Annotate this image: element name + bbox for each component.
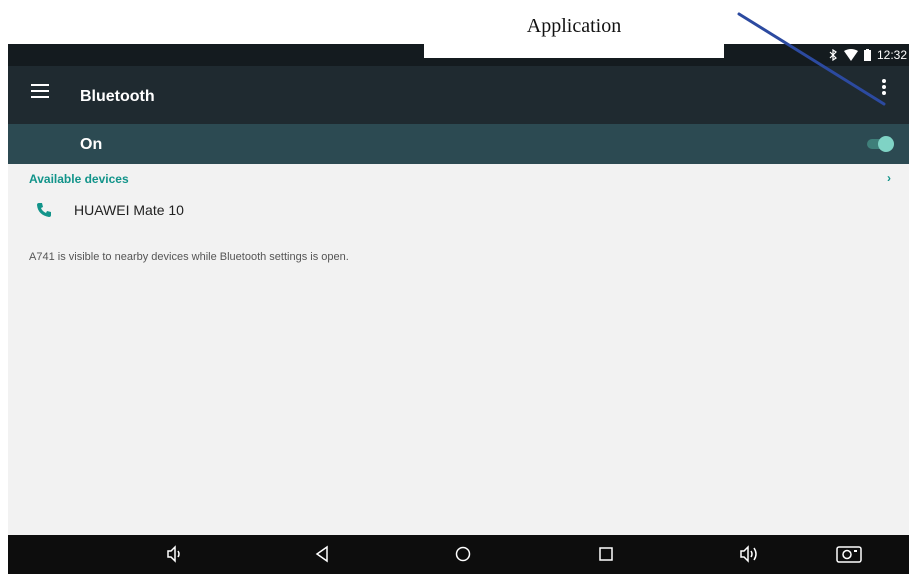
hamburger-menu-icon[interactable]	[31, 84, 49, 98]
visibility-note: A741 is visible to nearby devices while …	[29, 251, 349, 263]
bluetooth-icon	[828, 49, 838, 61]
app-bar: Bluetooth	[8, 66, 909, 124]
home-icon[interactable]	[451, 543, 475, 565]
device-list-item[interactable]: HUAWEI Mate 10	[8, 190, 909, 230]
application-annotation-label: Application	[424, 10, 724, 58]
device-screen: 12:32 Bluetooth On Available devices › H…	[8, 44, 909, 574]
volume-down-icon[interactable]	[162, 543, 186, 565]
device-name: HUAWEI Mate 10	[74, 202, 184, 218]
phone-icon	[36, 202, 52, 218]
status-time: 12:32	[876, 48, 907, 62]
chevron-right-icon: ›	[887, 171, 891, 185]
navigation-bar	[8, 535, 909, 574]
battery-icon	[863, 49, 871, 61]
more-vert-icon[interactable]	[879, 78, 889, 100]
toggle-label: On	[80, 136, 103, 153]
wifi-icon	[843, 49, 858, 61]
bluetooth-switch[interactable]	[865, 136, 895, 152]
back-icon[interactable]	[310, 543, 334, 565]
screenshot-icon[interactable]	[835, 543, 862, 565]
bluetooth-toggle-bar[interactable]: On	[8, 124, 909, 164]
app-title: Bluetooth	[80, 88, 155, 105]
status-icons: 12:32	[828, 44, 907, 66]
switch-thumb	[878, 136, 894, 152]
recents-icon[interactable]	[594, 543, 618, 565]
available-devices-header: Available devices	[29, 172, 129, 186]
volume-up-icon[interactable]	[737, 543, 761, 565]
